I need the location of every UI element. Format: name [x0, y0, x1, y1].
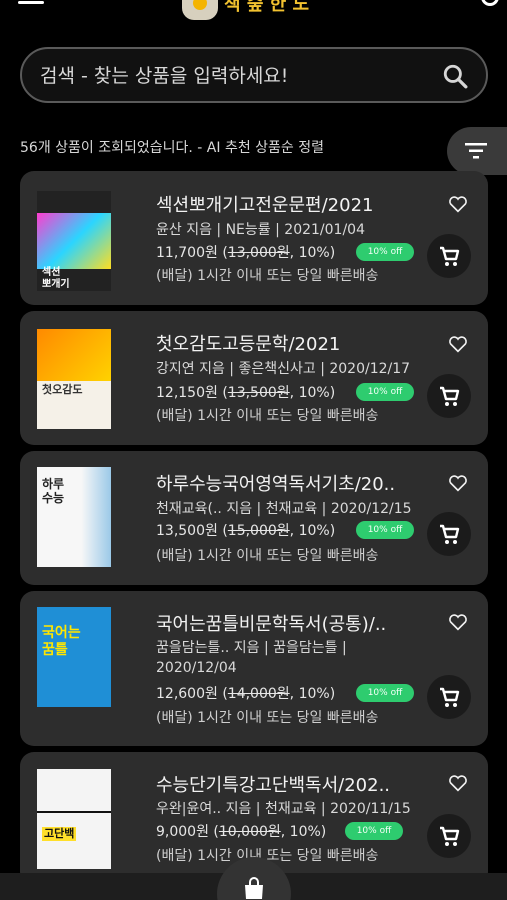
heart-icon[interactable]: [448, 774, 468, 792]
cart-icon: [440, 386, 460, 406]
discount-rate: 10%: [298, 245, 330, 261]
heart-icon[interactable]: [448, 613, 468, 631]
sale-price: 12,150원: [156, 385, 218, 401]
original-price: 13,500원: [227, 385, 290, 401]
product-date: 2020/12/04: [156, 660, 237, 676]
filter-icon: [465, 143, 487, 159]
discount-badge: 10% off: [345, 822, 403, 840]
logo-text: 책 숲 한 도: [224, 0, 310, 15]
product-title[interactable]: 첫오감도고등문학/2021: [156, 330, 340, 356]
filter-button[interactable]: [447, 127, 507, 175]
cart-icon: [440, 246, 460, 266]
cart-icon: [440, 524, 460, 544]
cover-title: 국어는 꿈틀: [42, 625, 81, 658]
add-to-cart-button[interactable]: [427, 512, 471, 556]
product-price: 11,700원 (13,000원, 10%): [156, 245, 336, 261]
product-title[interactable]: 하루수능국어영역독서기초/20..: [156, 470, 395, 496]
cover-title: 첫오감도: [42, 383, 83, 396]
search-bar[interactable]: [20, 47, 488, 103]
menu-icon[interactable]: [18, 0, 44, 6]
product-meta: 강지연 지음 | 좋은책신사고 | 2020/12/17: [156, 361, 411, 377]
product-price: 12,600원 (14,000원, 10%): [156, 686, 336, 702]
original-price: 13,000원: [227, 245, 290, 261]
original-price: 10,000원: [218, 824, 281, 840]
logo-mark: [182, 0, 218, 20]
cover-title: 하루 수능: [42, 477, 65, 505]
sale-price: 11,700원: [156, 245, 218, 261]
heart-icon[interactable]: [448, 195, 468, 213]
search-input[interactable]: [40, 63, 430, 89]
heart-icon[interactable]: [448, 474, 468, 492]
book-cover[interactable]: 섹션 뽀개기: [37, 191, 111, 291]
discount-badge: 10% off: [356, 243, 414, 261]
product-meta: 윤산 지음 | NE능률 | 2021/01/04: [156, 222, 365, 238]
search-icon[interactable]: [442, 63, 468, 89]
discount-badge: 10% off: [356, 383, 414, 401]
product-price: 12,150원 (13,500원, 10%): [156, 385, 336, 401]
add-to-cart-button[interactable]: [427, 814, 471, 858]
heart-icon[interactable]: [448, 335, 468, 353]
cart-icon: [440, 826, 460, 846]
product-price: 9,000원 (10,000원, 10%): [156, 824, 327, 840]
top-app-bar: 책 숲 한 도: [0, 0, 507, 30]
original-price: 15,000원: [227, 523, 290, 539]
result-summary: 56개 상품이 조회되었습니다. - AI 추천 상품순 정렬: [20, 140, 325, 156]
account-icon[interactable]: [481, 0, 499, 6]
book-cover[interactable]: 하루 수능: [37, 467, 111, 567]
product-title[interactable]: 국어는꿈틀비문학독서(공통)/..: [156, 610, 386, 636]
sale-price: 13,500원: [156, 523, 218, 539]
add-to-cart-button[interactable]: [427, 234, 471, 278]
discount-rate: 10%: [289, 824, 321, 840]
delivery-info: (배달) 1시간 이내 또는 당일 빠른배송: [156, 710, 379, 726]
cart-icon: [440, 687, 460, 707]
product-meta: 우완|윤여.. 지음 | 천재교육 | 2020/11/15: [156, 801, 411, 817]
product-title[interactable]: 수능단기특강고단백독서/202..: [156, 771, 390, 797]
book-cover[interactable]: 고단백: [37, 769, 111, 869]
original-price: 14,000원: [227, 686, 290, 702]
product-meta: 꿈을담는틀.. 지음 | 꿈을담는틀 |: [156, 640, 347, 656]
cover-title: 고단백: [42, 827, 77, 841]
sale-price: 12,600원: [156, 686, 218, 702]
delivery-info: (배달) 1시간 이내 또는 당일 빠른배송: [156, 548, 379, 564]
product-title[interactable]: 섹션뽀개기고전운문편/2021: [156, 191, 373, 217]
delivery-info: (배달) 1시간 이내 또는 당일 빠른배송: [156, 408, 379, 424]
add-to-cart-button[interactable]: [427, 675, 471, 719]
discount-rate: 10%: [298, 686, 330, 702]
product-card[interactable]: 섹션 뽀개기 섹션뽀개기고전운문편/2021 윤산 지음 | NE능률 | 202…: [20, 171, 488, 305]
product-card[interactable]: 국어는 꿈틀 국어는꿈틀비문학독서(공통)/.. 꿈을담는틀.. 지음 | 꿈을담…: [20, 591, 488, 746]
shopping-bag-icon: [245, 877, 263, 899]
product-price: 13,500원 (15,000원, 10%): [156, 523, 336, 539]
product-meta: 천재교육(.. 지음 | 천재교육 | 2020/12/15: [156, 501, 412, 517]
sale-price: 9,000원: [156, 824, 209, 840]
book-cover[interactable]: 첫오감도: [37, 329, 111, 429]
discount-badge: 10% off: [356, 521, 414, 539]
add-to-cart-button[interactable]: [427, 374, 471, 418]
delivery-info: (배달) 1시간 이내 또는 당일 빠른배송: [156, 268, 379, 284]
discount-badge: 10% off: [356, 684, 414, 702]
cover-title: 섹션 뽀개기: [42, 267, 70, 290]
discount-rate: 10%: [298, 385, 330, 401]
product-card[interactable]: 하루 수능 하루수능국어영역독서기초/20.. 천재교육(.. 지음 | 천재교육…: [20, 451, 488, 585]
app-logo[interactable]: 책 숲 한 도: [182, 0, 324, 24]
book-cover[interactable]: 국어는 꿈틀: [37, 607, 111, 707]
product-card[interactable]: 첫오감도 첫오감도고등문학/2021 강지연 지음 | 좋은책신사고 | 202…: [20, 311, 488, 445]
discount-rate: 10%: [298, 523, 330, 539]
